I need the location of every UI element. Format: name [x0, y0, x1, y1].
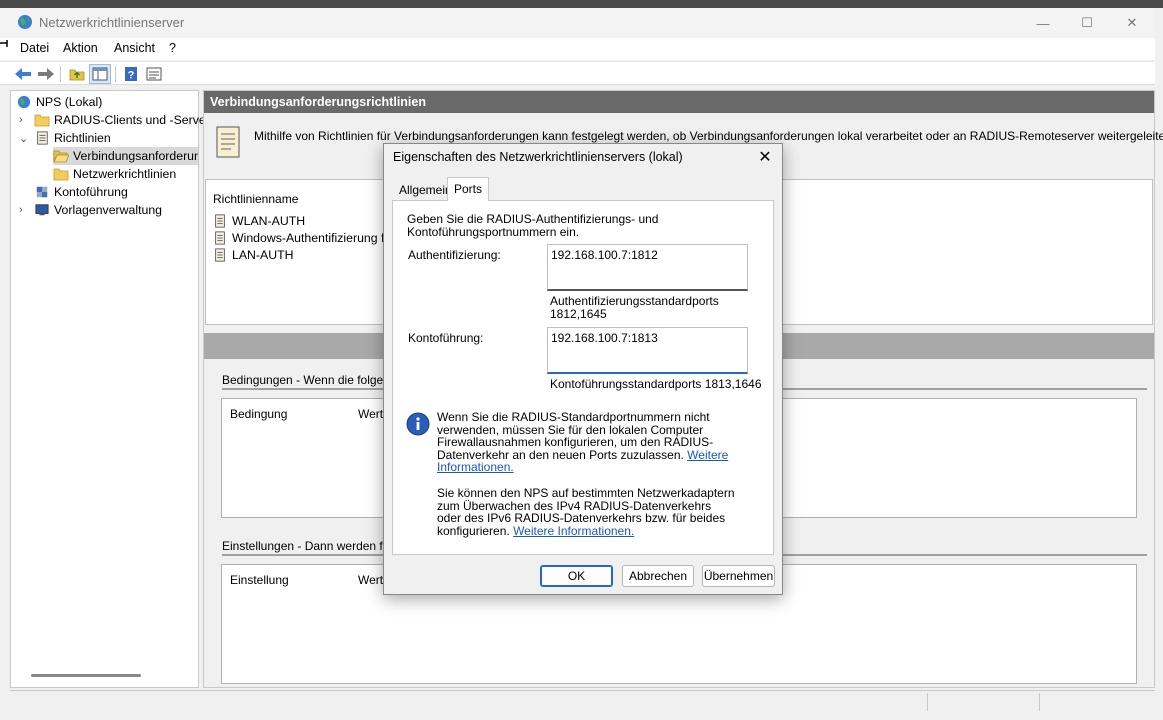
toolbar: ? — [0, 61, 1155, 85]
monitor-icon — [35, 204, 49, 216]
up-folder-icon[interactable] — [66, 64, 88, 84]
expand-chevron-icon[interactable]: › — [19, 201, 29, 219]
tree-item-label: Verbindungsanforderungsrichtlinien — [73, 149, 198, 163]
tree-item-label: Kontoführung — [54, 185, 128, 199]
acct-port-field[interactable]: 192.168.100.7:1813 — [547, 327, 748, 374]
more-info-link-2[interactable]: Weitere Informationen. — [513, 524, 634, 538]
tree-item-label: Netzwerkrichtlinien — [73, 167, 177, 181]
status-bar — [10, 690, 1155, 712]
globe-icon — [17, 95, 31, 109]
tab-ports[interactable]: Ports — [447, 177, 490, 201]
list-item[interactable]: WLAN-AUTH — [212, 212, 305, 229]
accounting-icon — [36, 186, 48, 198]
tree-item-verbindungsanforderung[interactable]: Verbindungsanforderungsrichtlinien — [53, 147, 198, 165]
auth-port-field[interactable]: 192.168.100.7:1812 — [547, 244, 748, 291]
forward-arrow-icon[interactable] — [35, 64, 57, 84]
tree-item-radius-clients[interactable]: RADIUS-Clients und -Server — [34, 111, 210, 129]
mouse-cursor-icon — [0, 40, 8, 47]
folder-icon — [53, 168, 69, 181]
close-icon: ✕ — [758, 149, 772, 166]
tree-item-nps[interactable]: NPS (Lokal) — [16, 93, 102, 111]
policy-icon — [215, 213, 225, 228]
intro-text: Mithilfe von Richtlinien für Verbindungs… — [254, 129, 1163, 143]
firewall-info-text: Wenn Sie die RADIUS-Standardportnummern … — [437, 410, 729, 474]
dialog-close-button[interactable]: ✕ — [752, 145, 778, 169]
column-header-richtlinienname[interactable]: Richtlinienname — [213, 192, 298, 206]
ports-tab-panel: Geben Sie die RADIUS-Authentifizierungs-… — [392, 200, 774, 555]
policy-icon — [215, 247, 225, 262]
main-window: Netzwerkrichtlinienserver — ☐ ✕ Datei Ak… — [0, 8, 1163, 720]
menu-aktion[interactable]: Aktion — [63, 41, 98, 55]
collapse-chevron-icon[interactable]: ⌄ — [19, 129, 29, 147]
tree-item-label: Richtlinien — [54, 131, 111, 145]
tree-item-kontofuehrung[interactable]: Kontoführung — [34, 183, 128, 201]
info-icon — [406, 412, 430, 436]
column-header-einstellung[interactable]: Einstellung — [230, 573, 289, 587]
folder-icon — [34, 114, 50, 127]
tree-item-label: Vorlagenverwaltung — [54, 203, 163, 217]
maximize-button[interactable]: ☐ — [1064, 8, 1110, 38]
column-header-bedingung[interactable]: Bedingung — [230, 407, 287, 421]
window-title: Netzwerkrichtlinienserver — [39, 15, 185, 30]
properties-dialog: Eigenschaften des Netzwerkrichtlinienser… — [383, 143, 783, 595]
list-item[interactable]: LAN-AUTH — [212, 246, 294, 263]
horizontal-scrollbar[interactable] — [31, 674, 141, 677]
expand-chevron-icon[interactable]: › — [19, 111, 29, 129]
back-arrow-icon[interactable] — [12, 64, 34, 84]
globe-icon — [18, 15, 32, 29]
show-hide-tree-icon[interactable] — [89, 64, 111, 84]
ok-button[interactable]: OK — [540, 565, 613, 587]
policy-document-icon — [216, 126, 240, 158]
adapter-info-text: Sie können den NPS auf bestimmten Netzwe… — [437, 486, 735, 538]
menu-ansicht[interactable]: Ansicht — [114, 41, 155, 55]
tree-item-richtlinien[interactable]: Richtlinien — [34, 129, 111, 147]
menu-bar: Datei Aktion Ansicht ? — [0, 38, 1155, 60]
auth-default-hint: Authentifizierungsstandardports 1812,164… — [550, 294, 719, 321]
dialog-title: Eigenschaften des Netzwerkrichtlinienser… — [393, 150, 683, 164]
tree-item-vorlagenverwaltung[interactable]: Vorlagenverwaltung — [34, 201, 162, 219]
tree-item-netzwerkrichtlinien[interactable]: Netzwerkrichtlinien — [53, 165, 176, 183]
column-header-wert[interactable]: Wert — [358, 407, 383, 421]
ports-description: Geben Sie die RADIUS-Authentifizierungs-… — [407, 212, 659, 239]
open-folder-icon — [53, 150, 69, 163]
acct-label: Kontoführung: — [408, 331, 484, 345]
close-button[interactable]: ✕ — [1109, 8, 1155, 38]
apply-button[interactable]: Übernehmen — [702, 565, 775, 587]
title-bar: Netzwerkrichtlinienserver — ☐ ✕ — [0, 8, 1155, 38]
pane-header: Verbindungsanforderungsrichtlinien — [204, 91, 1154, 113]
console-tree: NPS (Lokal) › RADIUS-Clients und -Server… — [10, 90, 210, 688]
properties-icon[interactable] — [143, 64, 165, 84]
help-icon[interactable]: ? — [120, 64, 142, 84]
tree-item-label: RADIUS-Clients und -Server — [54, 113, 210, 127]
menu-help[interactable]: ? — [169, 41, 176, 55]
svg-text:?: ? — [128, 70, 135, 82]
document-icon — [37, 131, 48, 145]
policy-icon — [215, 230, 225, 245]
acct-default-hint: Kontoführungsstandardports 1813,1646 — [550, 377, 762, 391]
minimize-button[interactable]: — — [1020, 8, 1066, 38]
cancel-button[interactable]: Abbrechen — [622, 565, 694, 587]
column-header-wert[interactable]: Wert — [358, 573, 383, 587]
auth-label: Authentifizierung: — [408, 248, 501, 262]
menu-datei[interactable]: Datei — [20, 41, 49, 55]
tree-item-label: NPS (Lokal) — [36, 95, 103, 109]
